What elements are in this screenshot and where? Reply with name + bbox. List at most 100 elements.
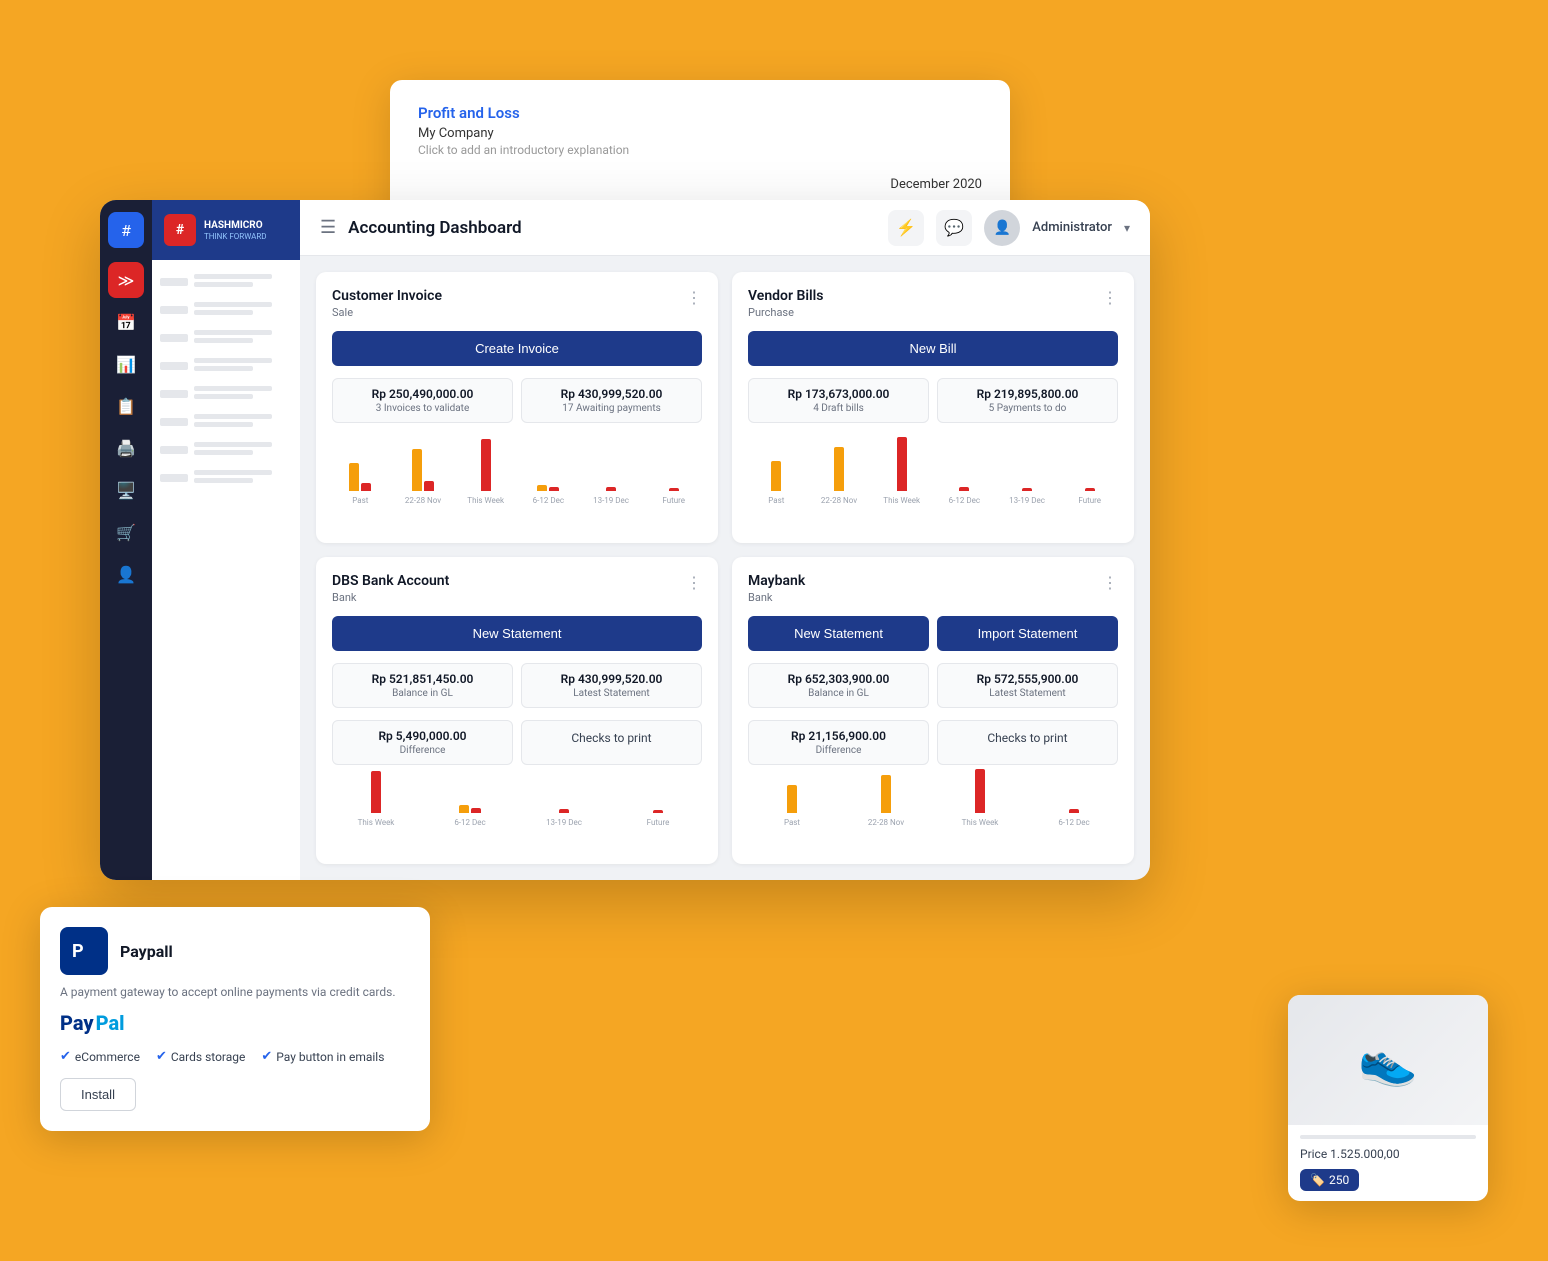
chart-label-dec6: 6-12 Dec (533, 496, 564, 505)
stat-box-maybank-diff: Rp 21,156,900.00 Difference (748, 720, 929, 765)
new-bill-button[interactable]: New Bill (748, 331, 1118, 366)
sidebar-icon-calendar[interactable]: 📅 (108, 304, 144, 340)
stat-payments-label: 5 Payments to do (948, 403, 1107, 414)
logo-text: HASHMICRO (204, 220, 267, 232)
sidebar-icon-print[interactable]: 🖨️ (108, 430, 144, 466)
check-ecommerce-icon: ✔ (60, 1049, 71, 1064)
chart-label-nov: 22-28 Nov (405, 496, 441, 505)
chart-bar-dec6: 6-12 Dec (520, 485, 577, 505)
sidebar-icon-chart[interactable]: 📊 (108, 346, 144, 382)
vb-label-dec6: 6-12 Dec (949, 496, 980, 505)
sidebar-icon-list[interactable]: 📋 (108, 388, 144, 424)
lightning-icon[interactable]: ⚡ (888, 210, 924, 246)
product-badge[interactable]: 🏷️ 250 (1300, 1169, 1359, 1191)
maybank-widget: Maybank Bank ⋮ New Statement Import Stat… (732, 557, 1134, 865)
chart-bar-past: Past (332, 463, 389, 505)
nav-item[interactable] (152, 352, 300, 380)
sidebar-icon-screen[interactable]: 🖥️ (108, 472, 144, 508)
maybank-subtitle: Bank (748, 591, 805, 604)
profit-loss-title: Profit and Loss (418, 104, 982, 122)
dbs-label-future: Future (647, 818, 670, 827)
maybank-menu-icon[interactable]: ⋮ (1102, 573, 1118, 592)
stat-box-maybank-balance: Rp 652,303,900.00 Balance in GL (748, 663, 929, 708)
sidebar-icon-cart[interactable]: 🛒 (108, 514, 144, 550)
maybank-import-statement-button[interactable]: Import Statement (937, 616, 1118, 651)
paypal-feature-cards: ✔ Cards storage (156, 1049, 245, 1064)
check-cards-icon: ✔ (156, 1049, 167, 1064)
chevron-down-icon[interactable]: ▾ (1124, 221, 1130, 235)
dbs-bank-menu-icon[interactable]: ⋮ (686, 573, 702, 592)
vb-chart-dec13: 13-19 Dec (999, 488, 1056, 505)
create-invoice-button[interactable]: Create Invoice (332, 331, 702, 366)
paypal-features: ✔ eCommerce ✔ Cards storage ✔ Pay button… (60, 1049, 410, 1064)
sidebar-icon-user[interactable]: 👤 (108, 556, 144, 592)
paypal-feature-cards-label: Cards storage (171, 1050, 246, 1064)
vendor-bills-title: Vendor Bills (748, 288, 823, 304)
paypal-logo-cyan: Pal (96, 1011, 125, 1035)
paypal-logo-icon: P (60, 927, 108, 975)
dbs-bank-subtitle: Bank (332, 591, 449, 604)
user-name[interactable]: Administrator (1032, 220, 1112, 235)
nav-item[interactable] (152, 380, 300, 408)
maybank-title: Maybank (748, 573, 805, 589)
install-button[interactable]: Install (60, 1078, 136, 1111)
chart-label-dec13: 13-19 Dec (593, 496, 629, 505)
customer-invoice-widget: Customer Invoice Sale ⋮ Create Invoice R… (316, 272, 718, 543)
mb-chart-past: Past (748, 785, 836, 827)
profit-loss-subtitle: Click to add an introductory explanation (418, 143, 982, 157)
vendor-bills-widget: Vendor Bills Purchase ⋮ New Bill Rp 173,… (732, 272, 1134, 543)
dbs-new-statement-button[interactable]: New Statement (332, 616, 702, 651)
sidebar-icon-nav[interactable]: ≫ (108, 262, 144, 298)
paypal-popup: P Paypall A payment gateway to accept on… (40, 907, 430, 1131)
chart-label-this-week: This Week (467, 496, 504, 505)
widget-menu-icon[interactable]: ⋮ (686, 288, 702, 307)
chat-icon[interactable]: 💬 (936, 210, 972, 246)
chart-bar-nov: 22-28 Nov (395, 449, 452, 505)
nav-item[interactable] (152, 268, 300, 296)
avatar[interactable]: 👤 (984, 210, 1020, 246)
chart-label-future: Future (662, 496, 685, 505)
vendor-bills-header: Vendor Bills Purchase ⋮ (748, 288, 1118, 319)
stat-invoices-amount: Rp 250,490,000.00 (343, 387, 502, 401)
maybank-chart: Past 22-28 Nov This Week 6-12 Dec (748, 777, 1118, 827)
stat-box-awaiting-payments: Rp 430,999,520.00 17 Awaiting payments (521, 378, 702, 423)
nav-item[interactable] (152, 436, 300, 464)
product-price: Price 1.525.000,00 (1300, 1147, 1476, 1161)
maybank-balance-label: Balance in GL (759, 688, 918, 699)
sidebar-icon-cloud[interactable]: # (108, 212, 144, 248)
vendor-bills-menu-icon[interactable]: ⋮ (1102, 288, 1118, 307)
nav-item[interactable] (152, 324, 300, 352)
product-badge-icon: 🏷️ (1310, 1173, 1325, 1187)
stat-box-draft-bills: Rp 173,673,000.00 4 Draft bills (748, 378, 929, 423)
maybank-btn-row: New Statement Import Statement (748, 616, 1118, 651)
vb-label-dec13: 13-19 Dec (1009, 496, 1045, 505)
dbs-latest-label: Latest Statement (532, 688, 691, 699)
nav-item[interactable] (152, 296, 300, 324)
product-image: 👟 (1288, 995, 1488, 1125)
stat-box-dbs-latest: Rp 430,999,520.00 Latest Statement (521, 663, 702, 708)
nav-item[interactable] (152, 408, 300, 436)
sidebar-icons: # ≫ 📅 📊 📋 🖨️ 🖥️ 🛒 👤 (100, 200, 152, 880)
check-pay-icon: ✔ (261, 1049, 272, 1064)
paypal-description: A payment gateway to accept online payme… (60, 985, 410, 999)
maybank-new-statement-button[interactable]: New Statement (748, 616, 929, 651)
vb-chart-future: Future (1061, 488, 1118, 505)
vb-chart-dec6: 6-12 Dec (936, 487, 993, 505)
stat-box-maybank-latest: Rp 572,555,900.00 Latest Statement (937, 663, 1118, 708)
svg-text:P: P (72, 941, 84, 962)
paypal-logo-blue: Pay (60, 1011, 94, 1035)
menu-icon[interactable]: ☰ (320, 217, 336, 238)
mb-chart-this-week: This Week (936, 769, 1024, 827)
stat-box-dbs-diff: Rp 5,490,000.00 Difference (332, 720, 513, 765)
stat-draft-amount: Rp 173,673,000.00 (759, 387, 918, 401)
dbs-diff-amount: Rp 5,490,000.00 (343, 729, 502, 743)
vb-chart-nov: 22-28 Nov (811, 447, 868, 505)
paypal-logo-text: Pay Pal (60, 1011, 410, 1035)
maybank-checks-label: Checks to print (948, 731, 1107, 745)
nav-header: # HASHMICRO THINK FORWARD (152, 200, 300, 260)
customer-invoice-chart: Past 22-28 Nov This Week 6-12 Dec (332, 435, 702, 505)
main-content: ☰ Accounting Dashboard ⚡ 💬 👤 Administrat… (300, 200, 1150, 880)
maybank-diff-label: Difference (759, 745, 918, 756)
stat-box-invoices-validate: Rp 250,490,000.00 3 Invoices to validate (332, 378, 513, 423)
nav-item[interactable] (152, 464, 300, 492)
